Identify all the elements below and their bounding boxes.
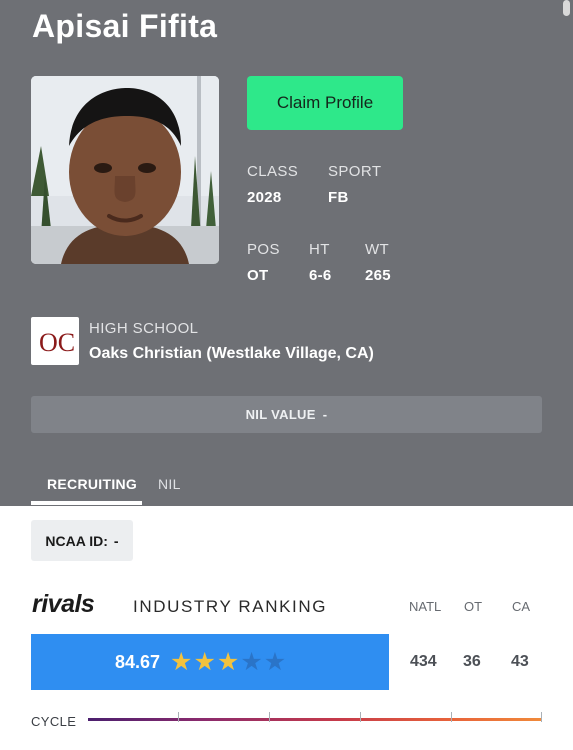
star-icon: ★ bbox=[240, 647, 263, 676]
profile-header: Apisai Fifita Claim Profile CLASS 2028 S… bbox=[0, 0, 573, 506]
rank-header-state: CA bbox=[512, 599, 531, 614]
rank-header-natl: NATL bbox=[409, 599, 442, 614]
nil-value-label: NIL VALUE bbox=[245, 407, 316, 422]
player-photo bbox=[31, 76, 219, 264]
tab-recruiting[interactable]: RECRUITING bbox=[47, 476, 137, 492]
high-school-name[interactable]: Oaks Christian (Westlake Village, CA) bbox=[89, 345, 374, 363]
star-icon: ★ bbox=[216, 647, 240, 676]
ncaa-id-box: NCAA ID: - bbox=[31, 520, 133, 561]
rank-value-state[interactable]: 43 bbox=[511, 653, 529, 671]
scrollbar-thumb[interactable] bbox=[563, 0, 570, 16]
oaks-christian-logo-icon: OC bbox=[39, 328, 74, 357]
cycle-tick bbox=[360, 712, 361, 722]
svg-text:OC: OC bbox=[39, 328, 74, 357]
wt-value: 265 bbox=[365, 267, 391, 284]
player-name: Apisai Fifita bbox=[32, 8, 218, 44]
wt-label: WT bbox=[365, 241, 390, 258]
ht-value: 6-6 bbox=[309, 267, 332, 284]
nil-value: - bbox=[322, 407, 328, 422]
ncaa-id-label: NCAA ID: bbox=[45, 532, 108, 549]
class-label: CLASS bbox=[247, 163, 299, 180]
ht-label: HT bbox=[309, 241, 330, 258]
rank-header-position: OT bbox=[464, 599, 483, 614]
rating-score: 84.67 bbox=[115, 651, 161, 672]
active-tab-indicator bbox=[31, 501, 142, 505]
cycle-tick bbox=[541, 712, 542, 722]
cycle-tick bbox=[451, 712, 452, 722]
rank-value-position[interactable]: 36 bbox=[463, 653, 481, 671]
high-school-label: HIGH SCHOOL bbox=[89, 320, 199, 337]
claim-profile-button[interactable]: Claim Profile bbox=[247, 76, 403, 130]
pos-label: POS bbox=[247, 241, 280, 258]
nil-value-bar: NIL VALUE - bbox=[31, 396, 542, 433]
class-value: 2028 bbox=[247, 189, 282, 206]
cycle-timeline bbox=[88, 718, 542, 721]
star-icon: ★ bbox=[170, 647, 193, 676]
cycle-tick bbox=[178, 712, 179, 722]
rank-value-natl[interactable]: 434 bbox=[410, 653, 437, 671]
industry-ranking-title: INDUSTRY RANKING bbox=[133, 597, 328, 616]
cycle-tick bbox=[269, 712, 270, 722]
school-logo[interactable]: OC bbox=[31, 317, 79, 365]
ncaa-id-value: - bbox=[113, 532, 119, 549]
rating-bar: 84.67 ★★★★★ bbox=[31, 634, 389, 690]
sport-label: SPORT bbox=[328, 163, 382, 180]
cycle-label: CYCLE bbox=[31, 714, 77, 729]
star-icon: ★ bbox=[193, 647, 216, 676]
tab-nil[interactable]: NIL bbox=[158, 476, 181, 492]
pos-value: OT bbox=[247, 267, 269, 284]
sport-value: FB bbox=[328, 189, 349, 206]
rivals-logo: rivals bbox=[32, 590, 95, 618]
star-icon: ★ bbox=[263, 647, 287, 676]
star-rating: ★★★★★ bbox=[170, 647, 287, 676]
